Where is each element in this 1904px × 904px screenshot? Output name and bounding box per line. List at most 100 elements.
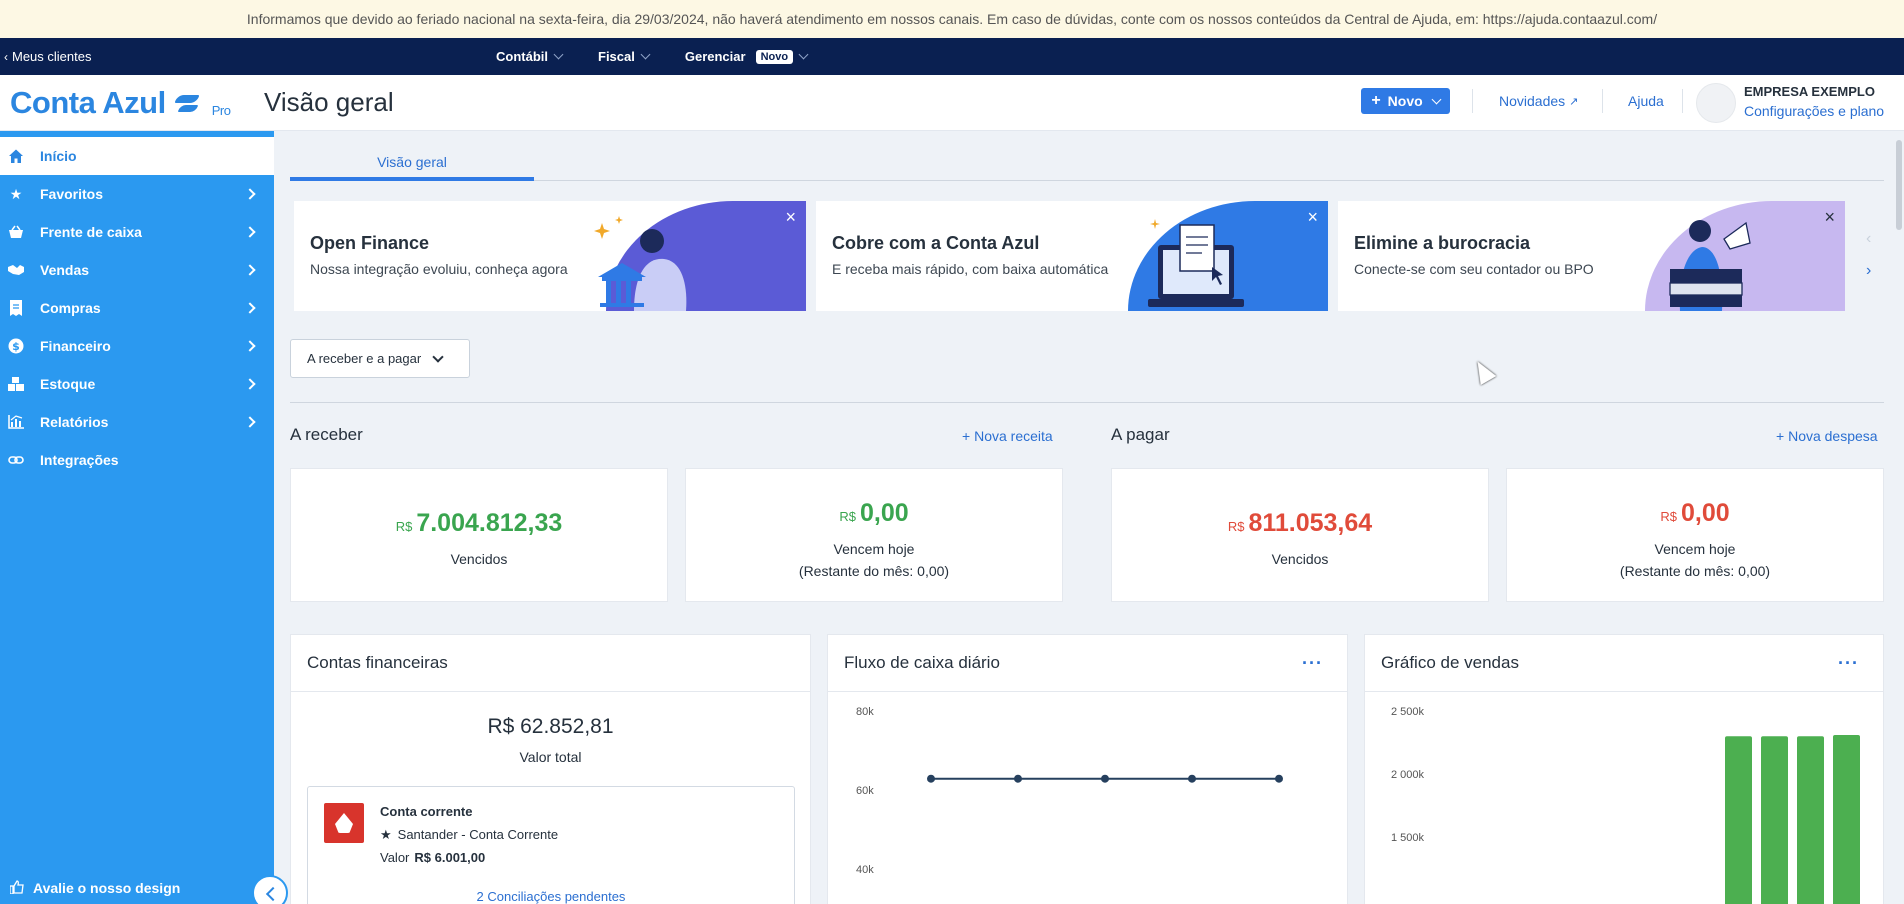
page-title: Visão geral — [264, 87, 394, 117]
y-tick-label: 80k — [856, 706, 874, 718]
tab-bar: Visão geral — [290, 146, 1884, 181]
menu-contabil[interactable]: Contábil — [496, 49, 564, 64]
help-link[interactable]: Ajuda — [1628, 93, 1664, 109]
chevron-right-icon — [244, 264, 256, 276]
account-type: Conta corrente — [380, 804, 473, 819]
card-caption: Vencidos — [450, 551, 508, 567]
new-button[interactable]: + Novo — [1361, 88, 1450, 114]
chevron-right-icon — [244, 226, 256, 238]
external-link-icon: ↗ — [1569, 95, 1579, 108]
menu-gerenciar[interactable]: Gerenciar Novo — [685, 49, 809, 64]
menu-contabil-label: Contábil — [496, 49, 548, 64]
logo-wing-icon — [176, 93, 200, 115]
new-expense-link[interactable]: + Nova despesa — [1776, 428, 1878, 444]
more-options-icon[interactable]: ··· — [1302, 653, 1323, 674]
accounts-total-label: Valor total — [519, 749, 582, 765]
sidebar-item-inicio[interactable]: Início — [0, 137, 274, 175]
y-tick-label: 2 500k — [1391, 706, 1425, 718]
payable-today-card[interactable]: R$ 0,00 Vencem hoje (Restante do mês: 0,0… — [1506, 468, 1884, 602]
back-label: Meus clientes — [12, 49, 92, 64]
banner-title: Open Finance — [310, 233, 430, 253]
new-badge: Novo — [755, 49, 794, 64]
sales-bar — [1833, 734, 1860, 904]
star-icon: ★ — [9, 185, 23, 202]
chevron-down-icon — [640, 49, 651, 60]
plus-icon: + — [1776, 428, 1785, 444]
account-card[interactable]: Conta corrente ★ Santander - Conta Corre… — [307, 786, 795, 904]
divider — [1602, 89, 1603, 113]
divider — [1682, 89, 1683, 113]
plus-icon: + — [962, 428, 971, 444]
carousel-prev-icon[interactable]: ‹ — [1866, 230, 1871, 248]
account-value: R$ 6.001,00 — [414, 850, 486, 865]
menu-fiscal-label: Fiscal — [598, 49, 635, 64]
close-icon[interactable]: × — [1824, 207, 1835, 228]
logo-text: Conta Azul — [10, 85, 166, 120]
card-caption: Vencidos — [1271, 551, 1329, 567]
chevron-right-icon — [244, 188, 256, 200]
banner-burocracia[interactable]: × Elimine a burocracia Conecte-se com se… — [1338, 201, 1845, 311]
banner-subtitle: E receba mais rápido, com baixa automáti… — [832, 261, 1109, 277]
notice-text: Informamos que devido ao feriado naciona… — [246, 11, 1658, 27]
divider — [1365, 691, 1883, 692]
sidebar-item-estoque[interactable]: Estoque — [0, 365, 274, 403]
avatar[interactable] — [1696, 83, 1736, 123]
payable-title: A pagar — [1111, 425, 1170, 444]
conta-azul-logo[interactable]: Conta Azul Pro — [10, 85, 231, 121]
banner-title: Elimine a burocracia — [1354, 233, 1531, 253]
divider — [1472, 89, 1473, 113]
sidebar-item-label: Financeiro — [40, 338, 111, 354]
receivable-overdue-card[interactable]: R$ 7.004.812,33 Vencidos — [290, 468, 668, 602]
receivable-payable-dropdown[interactable]: A receber e a pagar — [290, 339, 470, 378]
receivable-today-card[interactable]: R$ 0,00 Vencem hoje (Restante do mês: 0,0… — [685, 468, 1063, 602]
sidebar-item-integracoes[interactable]: Integrações — [0, 441, 274, 479]
new-button-label: Novo — [1387, 93, 1423, 109]
carousel-next-icon[interactable]: › — [1866, 262, 1871, 280]
sidebar-item-vendas[interactable]: Vendas — [0, 251, 274, 289]
sidebar-item-compras[interactable]: Compras — [0, 289, 274, 327]
banner-open-finance[interactable]: × Open Finance Nossa integração evoluiu,… — [294, 201, 806, 311]
payable-overdue-card[interactable]: R$ 811.053,64 Vencidos — [1111, 468, 1489, 602]
more-options-icon[interactable]: ··· — [1838, 653, 1859, 674]
chevron-right-icon — [244, 302, 256, 314]
settings-link[interactable]: Configurações e plano — [1744, 103, 1884, 119]
sales-bar — [1797, 736, 1824, 904]
chevron-down-icon — [553, 49, 564, 60]
card-caption: Vencem hoje — [1654, 541, 1736, 557]
banner-title: Cobre com a Conta Azul — [832, 233, 1040, 253]
sidebar-item-label: Vendas — [40, 262, 90, 278]
divider — [290, 402, 1884, 403]
pending-reconciliations-link[interactable]: 2 Conciliações pendentes — [308, 889, 794, 904]
scrollbar[interactable] — [1896, 140, 1902, 230]
chart-icon — [8, 414, 24, 430]
sidebar-item-relatorios[interactable]: Relatórios — [0, 403, 274, 441]
sidebar-item-favoritos[interactable]: ★ Favoritos — [0, 175, 274, 213]
sidebar-item-label: Integrações — [40, 452, 119, 468]
banner-cobre[interactable]: × Cobre com a Conta Azul E receba mais r… — [816, 201, 1328, 311]
menu-fiscal[interactable]: Fiscal — [598, 49, 651, 64]
sales-chart: 2 500k 2 000k 1 500k — [1391, 706, 1860, 904]
new-revenue-link[interactable]: + Nova receita — [962, 428, 1053, 444]
panel-title: Contas financeiras — [307, 653, 448, 672]
currency-label: R$ — [395, 519, 413, 534]
sidebar-item-financeiro[interactable]: $ Financeiro — [0, 327, 274, 365]
sidebar-item-frente-de-caixa[interactable]: Frente de caixa — [0, 213, 274, 251]
close-icon[interactable]: × — [785, 207, 796, 228]
collapse-sidebar-button[interactable] — [252, 875, 288, 904]
sidebar: Início ★ Favoritos Frente de caixa Venda… — [0, 131, 274, 904]
panel-title: Fluxo de caixa diário — [844, 653, 1000, 672]
account-value-row: Valor R$ 6.001,00 — [380, 850, 485, 865]
dropdown-label: A receber e a pagar — [307, 351, 422, 366]
tab-visao-geral[interactable]: Visão geral — [290, 146, 534, 181]
sales-panel: Gráfico de vendas ··· 2 500k 2 000k 1 500k — [1364, 634, 1884, 904]
star-icon[interactable]: ★ — [380, 827, 392, 843]
news-link[interactable]: Novidades ↗ — [1499, 93, 1578, 109]
back-to-clients-link[interactable]: ‹ Meus clientes — [4, 38, 91, 75]
top-navigation: ‹ Meus clientes Contábil Fiscal Gerencia… — [0, 38, 1904, 75]
rate-design-link[interactable]: Avalie o nosso design — [0, 872, 274, 904]
receivable-today-amount: 0,00 — [859, 499, 909, 527]
sidebar-item-label: Frente de caixa — [40, 224, 142, 240]
y-tick-label: 2 000k — [1391, 769, 1425, 781]
close-icon[interactable]: × — [1307, 207, 1318, 228]
cashflow-point — [1101, 774, 1109, 783]
